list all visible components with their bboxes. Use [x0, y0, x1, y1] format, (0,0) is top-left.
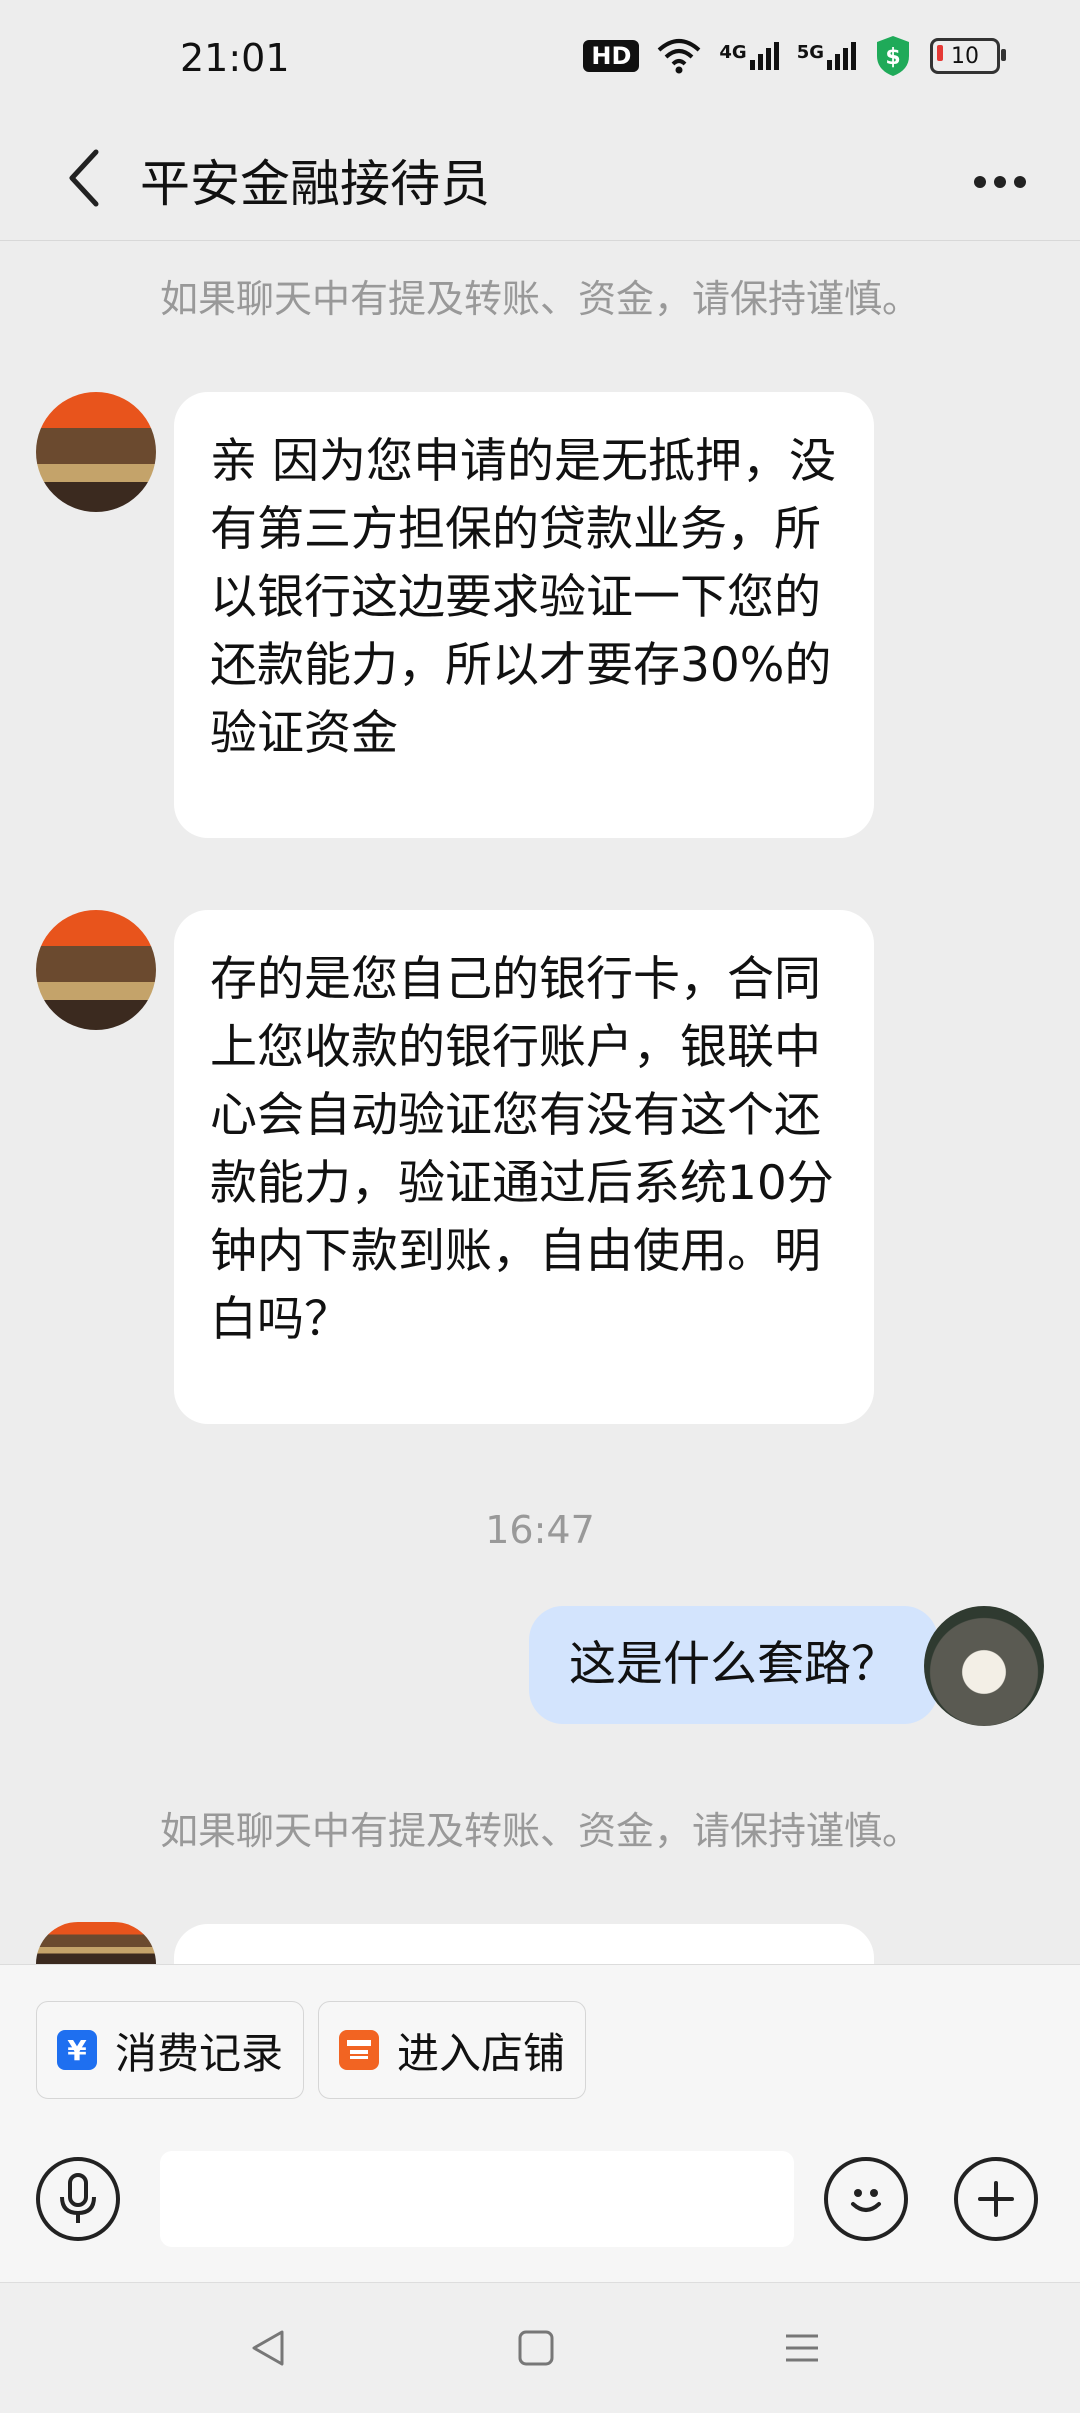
message-bubble[interactable]	[174, 1924, 874, 1964]
input-row	[0, 2151, 1080, 2261]
bottom-panel: ¥ 消费记录 进入店铺	[0, 1964, 1080, 2283]
consumption-record-label: 消费记录	[115, 2028, 284, 2078]
add-button[interactable]	[954, 2157, 1038, 2241]
square-home-icon	[518, 2330, 554, 2366]
message-bubble[interactable]: 存的是您自己的银行卡，合同上您收款的银行账户，银联中心会自动验证您有没有这个还款…	[174, 910, 874, 1424]
nav-home-button[interactable]	[506, 2323, 566, 2373]
receipt-icon: ¥	[57, 2030, 97, 2070]
chat-header: 平安金融接待员	[0, 120, 1080, 241]
enter-store-label: 进入店铺	[397, 2028, 566, 2078]
nav-menu-button[interactable]	[772, 2323, 832, 2373]
microphone-icon	[60, 2173, 96, 2223]
message-input[interactable]	[160, 2151, 794, 2247]
nav-back-button[interactable]	[238, 2323, 298, 2373]
message-bubble[interactable]: 亲 因为您申请的是无抵押，没有第三方担保的贷款业务，所以银行这边要求验证一下您的…	[174, 392, 874, 838]
safety-notice: 如果聊天中有提及转账、资金，请保持谨慎。	[159, 1809, 920, 1853]
agent-avatar[interactable]	[36, 392, 156, 512]
voice-button[interactable]	[36, 2157, 120, 2241]
emoji-icon	[851, 2189, 881, 2212]
signal-5g-icon: 5G	[797, 42, 856, 70]
battery-icon: 10	[930, 38, 1006, 74]
plus-icon	[978, 2181, 1014, 2217]
system-nav-bar	[0, 2282, 1080, 2413]
back-button[interactable]	[44, 138, 124, 218]
user-avatar[interactable]	[924, 1606, 1044, 1726]
safety-notice: 如果聊天中有提及转账、资金，请保持谨慎。	[159, 277, 920, 321]
svg-text:$: $	[885, 45, 900, 70]
enter-store-button[interactable]: 进入店铺	[318, 2001, 587, 2099]
more-button[interactable]	[960, 152, 1040, 212]
status-bar: 21:01 HD 4G 5G $ 10	[0, 0, 1080, 120]
chat-title: 平安金融接待员	[140, 155, 490, 213]
consumption-record-button[interactable]: ¥ 消费记录	[36, 2001, 305, 2099]
status-icons: HD 4G 5G $ 10	[583, 34, 1006, 78]
agent-avatar[interactable]	[36, 910, 156, 1030]
emoji-button[interactable]	[824, 2157, 908, 2241]
message-timestamp: 16:47	[485, 1508, 595, 1552]
triangle-back-icon	[252, 2330, 284, 2366]
menu-lines-icon	[786, 2334, 818, 2362]
own-message-bubble[interactable]: 这是什么套路？	[529, 1606, 938, 1724]
store-icon	[339, 2030, 379, 2070]
more-dots-icon	[974, 176, 986, 188]
hd-icon: HD	[583, 40, 640, 72]
wifi-icon	[658, 39, 701, 74]
status-time: 21:01	[180, 36, 290, 80]
chevron-left-icon	[69, 149, 99, 207]
security-shield-icon: $	[877, 36, 909, 76]
agent-avatar[interactable]	[36, 1922, 156, 1964]
battery-level: 10	[951, 43, 979, 69]
signal-4g-icon: 4G	[719, 42, 779, 70]
